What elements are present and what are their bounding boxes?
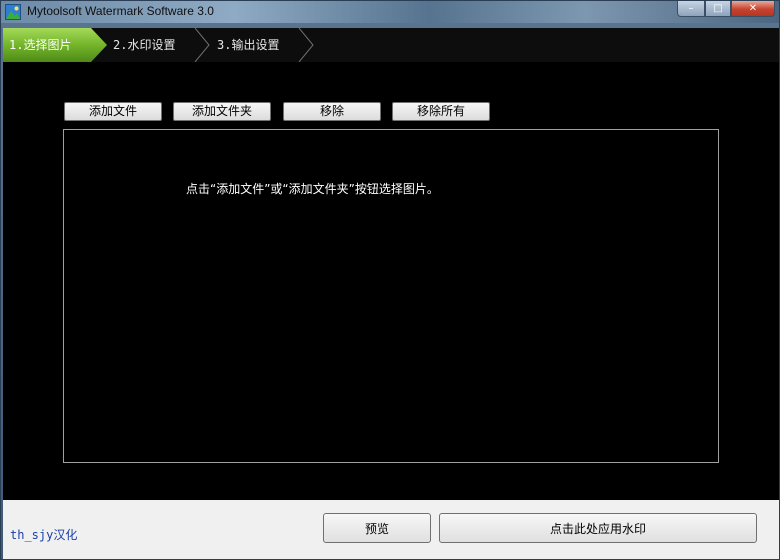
minimize-icon: – <box>688 3 694 14</box>
add-file-button[interactable]: 添加文件 <box>64 102 162 121</box>
apply-watermark-button[interactable]: 点击此处应用水印 <box>439 513 757 543</box>
footer-bar: th_sjy汉化 预览 点击此处应用水印 <box>3 500 779 559</box>
remove-all-button[interactable]: 移除所有 <box>392 102 490 121</box>
remove-button[interactable]: 移除 <box>283 102 381 121</box>
translator-credit: th_sjy汉化 <box>10 528 78 542</box>
app-window: Mytoolsoft Watermark Software 3.0 – □ ✕ <box>0 0 780 560</box>
maximize-icon: □ <box>713 3 723 14</box>
add-folder-button[interactable]: 添加文件夹 <box>173 102 271 121</box>
title-bar[interactable]: Mytoolsoft Watermark Software 3.0 – □ ✕ <box>1 1 779 23</box>
step-bar: 1.选择图片 2.水印设置 3.输出设置 <box>3 28 779 62</box>
window-title: Mytoolsoft Watermark Software 3.0 <box>27 4 214 18</box>
close-button[interactable]: ✕ <box>731 1 775 17</box>
tab-select-images[interactable]: 1.选择图片 <box>9 28 71 62</box>
step-separator-icon <box>298 28 314 62</box>
tab-output-settings[interactable]: 3.输出设置 <box>217 28 279 62</box>
main-panel: 添加文件 添加文件夹 移除 移除所有 点击“添加文件”或“添加文件夹”按钮选择图… <box>3 62 779 500</box>
minimize-button[interactable]: – <box>677 1 705 17</box>
tab-watermark-settings[interactable]: 2.水印设置 <box>113 28 175 62</box>
maximize-button[interactable]: □ <box>705 1 731 17</box>
window-controls: – □ ✕ <box>677 1 775 19</box>
step-separator-icon <box>194 28 210 62</box>
preview-button[interactable]: 预览 <box>323 513 431 543</box>
close-icon: ✕ <box>748 3 758 14</box>
app-icon <box>5 4 21 20</box>
empty-list-hint: 点击“添加文件”或“添加文件夹”按钮选择图片。 <box>186 182 439 196</box>
image-file-list[interactable]: 点击“添加文件”或“添加文件夹”按钮选择图片。 <box>63 129 719 463</box>
